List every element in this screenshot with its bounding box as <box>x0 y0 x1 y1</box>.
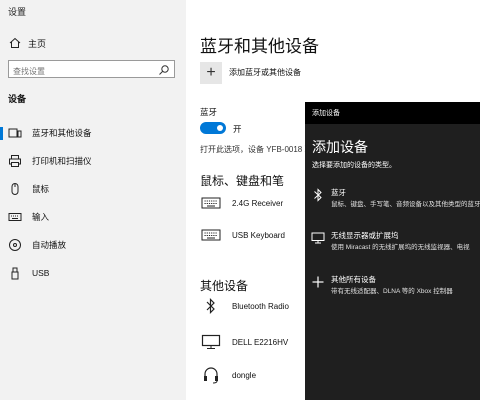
autoplay-icon <box>8 238 22 252</box>
sidebar-item-label: 蓝牙和其他设备 <box>32 128 92 138</box>
device-name: 2.4G Receiver <box>232 198 284 208</box>
dialog-subtitle: 选择要添加的设备的类型。 <box>312 162 396 169</box>
option-other-devices[interactable]: 其他所有设备 带有无线适配器、DLNA 等的 Xbox 控制器 <box>305 274 480 310</box>
mouse-icon <box>8 182 22 196</box>
page-title: 蓝牙和其他设备 <box>200 37 319 56</box>
bluetooth-devices-icon <box>8 126 22 140</box>
dialog-bar-title: 添加设备 <box>312 110 340 117</box>
add-device-button[interactable]: + <box>200 62 222 84</box>
keyboard-icon <box>8 210 22 224</box>
sidebar-item-autoplay[interactable]: 自动播放 <box>0 231 186 259</box>
sidebar-item-bluetooth-devices[interactable]: 蓝牙和其他设备 <box>0 119 186 147</box>
toggle-knob <box>217 125 223 131</box>
sidebar-item-label: 鼠标 <box>32 184 50 194</box>
plus-icon <box>309 274 327 290</box>
usb-icon <box>8 266 22 280</box>
device-item[interactable]: dongle <box>200 364 256 386</box>
section-heading-mouse-keyboard: 鼠标、键盘和笔 <box>200 174 285 188</box>
dialog-title-bar[interactable]: 添加设备 <box>305 102 480 124</box>
device-name: dongle <box>232 370 257 380</box>
monitor-icon <box>309 230 327 246</box>
sidebar-item-label: 打印机和扫描仪 <box>32 156 92 166</box>
option-title: 其他所有设备 <box>331 275 376 284</box>
add-device-dialog: 添加设备 添加设备 选择要添加的设备的类型。 蓝牙 鼠标、键盘、手写笔、音频设备… <box>305 102 480 400</box>
device-item[interactable]: USB Keyboard <box>200 224 285 246</box>
section-heading-other-devices: 其他设备 <box>200 279 249 293</box>
option-title: 无线显示器或扩展坞 <box>331 231 399 240</box>
home-label: 主页 <box>28 38 47 49</box>
keyboard-icon <box>200 192 222 214</box>
home-icon <box>8 36 22 50</box>
search-box[interactable] <box>8 60 175 80</box>
window-title: 设置 <box>8 7 27 17</box>
sidebar-item-usb[interactable]: USB <box>0 259 186 287</box>
sidebar-item-input[interactable]: 输入 <box>0 203 186 231</box>
sidebar-item-label: 输入 <box>32 212 50 222</box>
section-label-devices: 设备 <box>8 94 27 104</box>
search-icon[interactable] <box>158 63 170 75</box>
discoverable-text: 打开此选项，设备 YFB-0018 现在 <box>200 145 321 154</box>
option-wireless-display[interactable]: 无线显示器或扩展坞 使用 Miracast 的无线扩展坞的无线监视器、电视 <box>305 230 480 266</box>
sidebar-nav: 蓝牙和其他设备 打印机和扫描仪 鼠标 输入 自动播放 USB <box>0 119 186 287</box>
keyboard-icon <box>200 224 222 246</box>
device-item[interactable]: DELL E2216HV <box>200 331 288 353</box>
option-description: 鼠标、键盘、手写笔、音频设备以及其他类型的蓝牙设备 <box>331 201 480 208</box>
printer-icon <box>8 154 22 168</box>
sidebar-item-label: 自动播放 <box>32 240 67 250</box>
monitor-icon <box>200 331 222 353</box>
settings-sidebar: 设置 主页 设备 蓝牙和其他设备 打印机和扫描仪 <box>0 0 186 400</box>
device-name: USB Keyboard <box>232 230 285 240</box>
option-bluetooth[interactable]: 蓝牙 鼠标、键盘、手写笔、音频设备以及其他类型的蓝牙设备 <box>305 187 480 223</box>
device-name: Bluetooth Radio <box>232 301 289 311</box>
toggle-state-label: 开 <box>233 124 242 134</box>
sidebar-item-mouse[interactable]: 鼠标 <box>0 175 186 203</box>
bluetooth-label: 蓝牙 <box>200 107 218 117</box>
device-item[interactable]: Bluetooth Radio <box>200 295 289 317</box>
headset-icon <box>200 364 222 386</box>
bluetooth-icon <box>309 187 327 203</box>
dialog-heading: 添加设备 <box>312 139 368 155</box>
option-description: 带有无线适配器、DLNA 等的 Xbox 控制器 <box>331 288 453 295</box>
bluetooth-icon <box>200 295 222 317</box>
add-device-label[interactable]: 添加蓝牙或其他设备 <box>229 67 301 78</box>
search-input[interactable] <box>9 63 157 80</box>
home-link[interactable]: 主页 <box>8 36 46 50</box>
option-title: 蓝牙 <box>331 188 346 197</box>
option-description: 使用 Miracast 的无线扩展坞的无线监视器、电视 <box>331 244 470 251</box>
sidebar-item-printers[interactable]: 打印机和扫描仪 <box>0 147 186 175</box>
bluetooth-toggle[interactable] <box>200 122 226 134</box>
plus-icon: + <box>206 64 216 81</box>
sidebar-item-label: USB <box>32 268 50 278</box>
device-name: DELL E2216HV <box>232 337 289 347</box>
device-item[interactable]: 2.4G Receiver <box>200 192 283 214</box>
